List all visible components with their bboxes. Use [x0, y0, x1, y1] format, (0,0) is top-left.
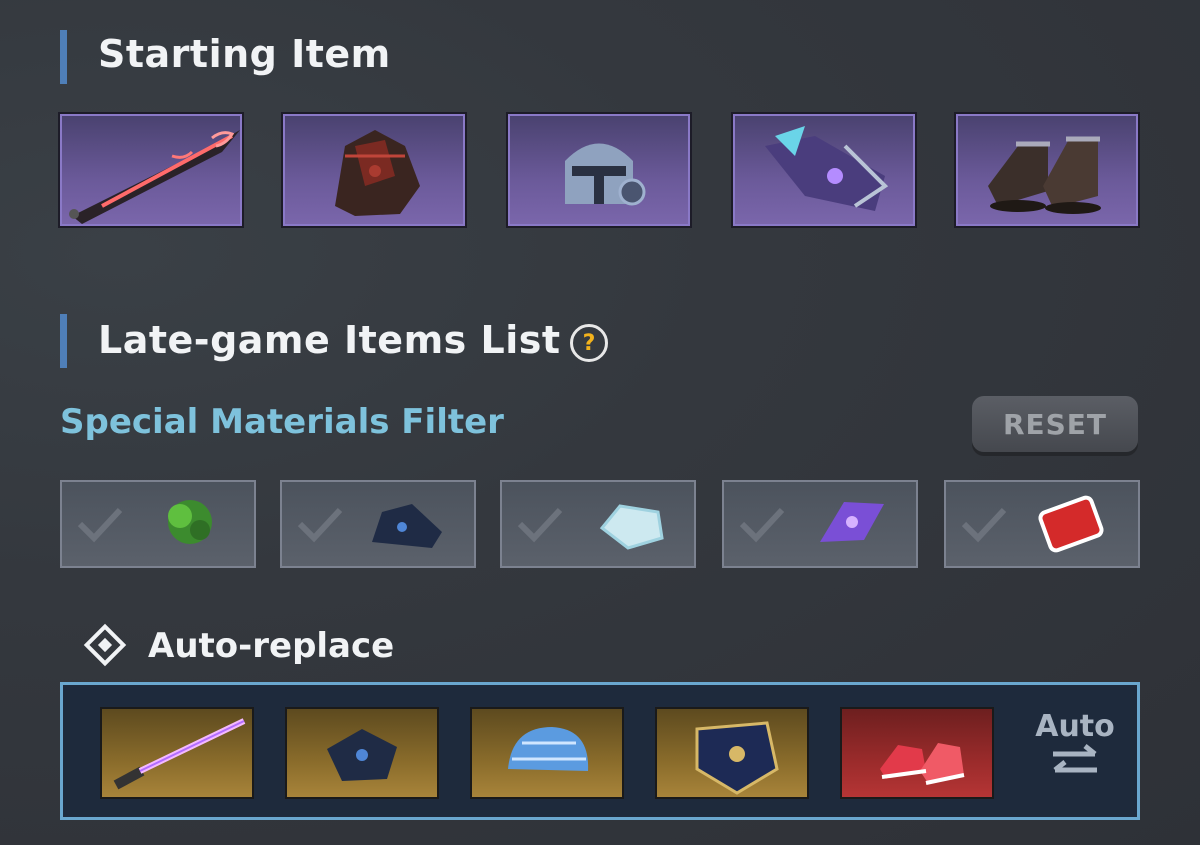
- tree-of-life-icon: [168, 500, 212, 544]
- weapon-blade-icon: [69, 130, 240, 224]
- auto-replace-panel: Auto: [60, 682, 1140, 820]
- chest-armor-icon: [327, 729, 397, 781]
- helmet-icon: [565, 143, 646, 206]
- auto-replace-label: Auto-replace: [148, 626, 395, 666]
- starting-item-title: Starting Item: [98, 32, 391, 76]
- material-filter-slot[interactable]: [60, 480, 256, 568]
- help-icon[interactable]: ?: [570, 324, 608, 362]
- auto-replace-slot-head[interactable]: [470, 707, 624, 799]
- auto-replace-slot-leg[interactable]: [840, 707, 994, 799]
- vf-blood-sample-icon: [1038, 495, 1104, 553]
- arm-gauntlet-icon: [765, 126, 889, 211]
- swap-arrows-icon: [1053, 744, 1097, 773]
- late-game-title: Late-game Items List: [98, 318, 561, 362]
- starting-slot-chest[interactable]: [281, 112, 467, 228]
- boots-icon: [988, 136, 1101, 214]
- checked-hat-icon: [508, 727, 589, 771]
- material-filter-slot[interactable]: [722, 480, 918, 568]
- material-filter-slot[interactable]: [944, 480, 1140, 568]
- material-filter-slot[interactable]: [500, 480, 696, 568]
- section-accent-bar: [60, 30, 67, 84]
- mithril-icon: [599, 504, 664, 550]
- shield-bracer-icon: [695, 721, 779, 795]
- auto-replace-button[interactable]: Auto: [1025, 709, 1125, 789]
- lightsaber-icon: [113, 718, 246, 790]
- material-filter-slot[interactable]: [280, 480, 476, 568]
- jacket-armor-icon: [335, 130, 420, 216]
- auto-replace-slot-weapon[interactable]: [100, 707, 254, 799]
- starting-slot-weapon[interactable]: [58, 112, 244, 228]
- meteorite-icon: [372, 504, 442, 548]
- auto-replace-diamond-icon: [83, 623, 127, 667]
- reset-button[interactable]: RESET: [972, 396, 1138, 452]
- force-core-icon: [820, 502, 884, 542]
- section-accent-bar: [60, 314, 67, 368]
- auto-replace-slot-chest[interactable]: [285, 707, 439, 799]
- red-shoes-icon: [880, 743, 965, 785]
- starting-slot-arm[interactable]: [731, 112, 917, 228]
- starting-slot-head[interactable]: [506, 112, 692, 228]
- auto-button-label: Auto: [1035, 709, 1115, 744]
- auto-replace-slot-arm[interactable]: [655, 707, 809, 799]
- starting-slot-leg[interactable]: [954, 112, 1140, 228]
- special-materials-filter-title: Special Materials Filter: [60, 402, 504, 442]
